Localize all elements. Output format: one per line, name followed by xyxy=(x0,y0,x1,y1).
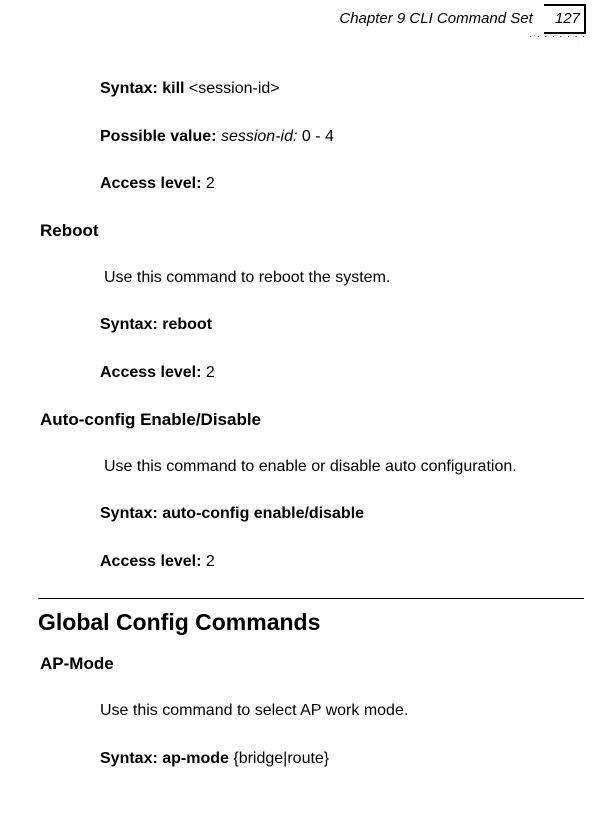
syntax-arg: {bridge|route} xyxy=(233,750,329,767)
possible-value-name: session-id: xyxy=(221,128,302,145)
kill-possible-value-line: Possible value: session-id: 0 - 4 xyxy=(100,126,614,148)
reboot-desc: Use this command to reboot the system. xyxy=(104,267,614,289)
running-header: Chapter 9 CLI Command Set 127 xyxy=(339,10,580,27)
syntax-label: Syntax: reboot xyxy=(100,316,212,333)
syntax-label: Syntax: kill xyxy=(100,80,189,97)
autoconfig-heading: Auto-config Enable/Disable xyxy=(40,410,614,430)
syntax-arg: <session-id> xyxy=(189,80,280,97)
chapter-title: Chapter 9 CLI Command Set xyxy=(339,10,532,27)
autoconfig-desc: Use this command to enable or disable au… xyxy=(104,456,614,478)
possible-value-range: 0 - 4 xyxy=(302,128,334,145)
apmode-desc: Use this command to select AP work mode. xyxy=(100,700,614,722)
kill-syntax-line: Syntax: kill <session-id> xyxy=(100,78,614,100)
global-heading: Global Config Commands xyxy=(38,609,614,636)
access-level-label: Access level: xyxy=(100,364,206,381)
syntax-label: Syntax: ap-mode xyxy=(100,750,233,767)
syntax-label: Syntax: auto-config enable/disable xyxy=(100,505,364,522)
autoconfig-access-level-line: Access level: 2 xyxy=(100,551,614,573)
section-divider xyxy=(38,598,584,599)
reboot-access-level-line: Access level: 2 xyxy=(100,362,614,384)
autoconfig-syntax-line: Syntax: auto-config enable/disable xyxy=(100,503,614,525)
access-level-label: Access level: xyxy=(100,553,206,570)
access-level-value: 2 xyxy=(206,553,215,570)
header-dots: . . . . . . . . .. . . . . xyxy=(526,32,586,42)
apmode-syntax-line: Syntax: ap-mode {bridge|route} xyxy=(100,748,614,770)
page: Chapter 9 CLI Command Set 127 . . . . . … xyxy=(0,0,614,833)
possible-value-label: Possible value: xyxy=(100,128,221,145)
apmode-heading: AP-Mode xyxy=(40,654,614,674)
access-level-label: Access level: xyxy=(100,175,206,192)
content-area: Syntax: kill <session-id> Possible value… xyxy=(0,48,614,770)
reboot-heading: Reboot xyxy=(40,221,614,241)
access-level-value: 2 xyxy=(206,364,215,381)
page-number: 127 xyxy=(555,10,580,27)
reboot-syntax-line: Syntax: reboot xyxy=(100,314,614,336)
page-header: Chapter 9 CLI Command Set 127 . . . . . … xyxy=(0,0,614,48)
access-level-value: 2 xyxy=(206,175,215,192)
kill-access-level-line: Access level: 2 xyxy=(100,173,614,195)
